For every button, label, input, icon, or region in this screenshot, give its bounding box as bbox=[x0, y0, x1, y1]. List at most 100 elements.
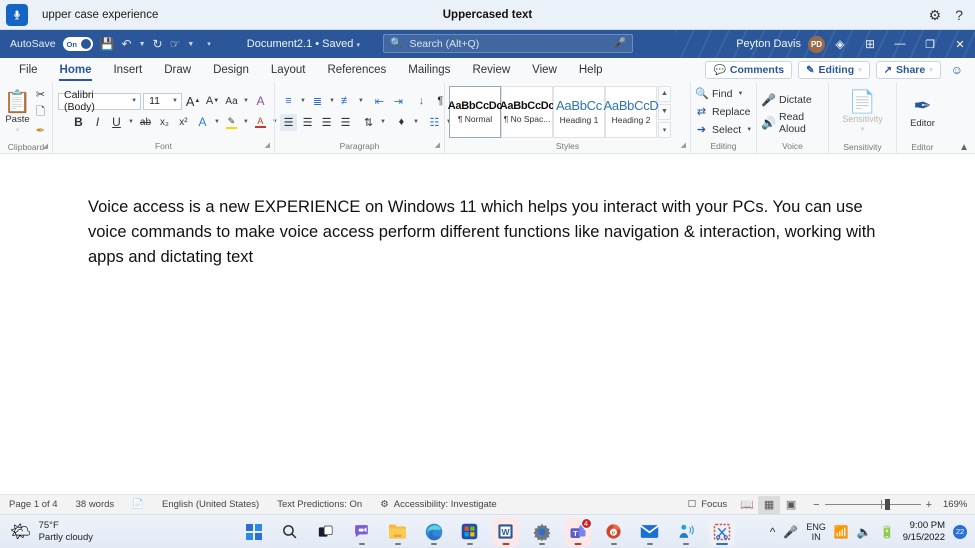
redo-icon[interactable]: ↻ bbox=[153, 38, 163, 50]
format-painter-icon[interactable]: ✒ bbox=[32, 122, 49, 139]
speaker-icon[interactable]: 🔈 bbox=[857, 525, 872, 539]
restore-button[interactable]: ❐ bbox=[915, 30, 945, 58]
tab-home[interactable]: Home bbox=[49, 58, 103, 82]
chevron-down-icon[interactable]: ▼ bbox=[127, 119, 135, 125]
avatar[interactable]: PD bbox=[808, 35, 825, 53]
start-button[interactable] bbox=[241, 518, 267, 546]
microsoft-store[interactable] bbox=[457, 518, 483, 546]
zoom-thumb[interactable] bbox=[884, 499, 890, 510]
touch-dropdown-icon[interactable]: ▼ bbox=[187, 41, 194, 48]
style-no-spacing[interactable]: AaBbCcDc ¶ No Spac... bbox=[500, 85, 555, 138]
bullet-list-icon[interactable]: ≡ bbox=[280, 93, 297, 110]
shading-icon[interactable]: ♦ bbox=[393, 114, 410, 131]
decrease-indent-icon[interactable]: ⇤ bbox=[371, 93, 388, 110]
gear-icon[interactable]: ⚙ bbox=[929, 8, 942, 22]
chevron-down-icon[interactable]: ▼ bbox=[299, 98, 307, 104]
chevron-down-icon[interactable]: ▼ bbox=[357, 98, 365, 104]
tab-layout[interactable]: Layout bbox=[260, 58, 317, 82]
change-case-button[interactable]: Aa bbox=[223, 93, 240, 110]
highlight-color-button[interactable]: ✎ bbox=[223, 114, 240, 131]
document-body-text[interactable]: Voice access is a new EXPERIENCE on Wind… bbox=[88, 195, 888, 270]
dictate-button[interactable]: 🎤 Dictate bbox=[761, 89, 824, 111]
subscript-button[interactable]: x₂ bbox=[156, 114, 173, 131]
chevron-down-icon[interactable]: ▼ bbox=[213, 119, 221, 125]
notification-count-badge[interactable]: 22 bbox=[953, 524, 967, 539]
replace-button[interactable]: ⇄ Replace bbox=[695, 103, 753, 121]
chevron-up-icon[interactable]: ^ bbox=[770, 525, 776, 539]
clock[interactable]: 9:00 PM 9/15/2022 bbox=[903, 520, 945, 544]
comments-button[interactable]: 💬 Comments bbox=[705, 61, 793, 79]
font-color-button[interactable]: A bbox=[252, 114, 269, 131]
autosave-toggle[interactable]: On bbox=[62, 37, 93, 51]
focus-button[interactable]: ☐ Focus bbox=[679, 499, 736, 510]
sort-icon[interactable]: ↓ bbox=[413, 93, 430, 110]
scroll-down-icon[interactable]: ▼ bbox=[658, 103, 671, 120]
shrink-font-button[interactable]: A ▼ bbox=[204, 93, 221, 110]
accessibility-app[interactable] bbox=[673, 518, 699, 546]
microphone-icon[interactable]: 🎤 bbox=[783, 525, 798, 539]
zoom-level[interactable]: 169% bbox=[943, 499, 975, 510]
document-canvas[interactable]: Voice access is a new EXPERIENCE on Wind… bbox=[0, 155, 975, 494]
scroll-up-icon[interactable]: ▲ bbox=[658, 85, 671, 102]
document-name[interactable]: Document2.1 • Saved ▾ bbox=[247, 38, 360, 50]
mail[interactable] bbox=[637, 518, 663, 546]
select-button[interactable]: ➔ Select ▼ bbox=[695, 121, 753, 139]
align-center-icon[interactable]: ☰ bbox=[299, 114, 316, 131]
undo-dropdown-icon[interactable]: ▼ bbox=[139, 41, 146, 48]
editor-button[interactable]: ✒ Editor bbox=[902, 84, 943, 140]
dialog-launcher-icon[interactable]: ◢ bbox=[435, 139, 440, 153]
style-heading-2[interactable]: AaBbCcD Heading 2 bbox=[604, 85, 659, 138]
search-button[interactable] bbox=[277, 518, 303, 546]
zoom-in-button[interactable]: + bbox=[921, 499, 937, 511]
language-indicator[interactable]: ENG IN bbox=[806, 522, 826, 542]
tab-view[interactable]: View bbox=[521, 58, 568, 82]
dialog-launcher-icon[interactable]: ◢ bbox=[43, 140, 48, 154]
chevron-down-icon[interactable]: ▼ bbox=[379, 119, 387, 125]
microphone-icon[interactable] bbox=[6, 3, 28, 26]
numbered-list-icon[interactable]: ≣ bbox=[309, 93, 326, 110]
scissors-icon[interactable]: ✂ bbox=[32, 86, 49, 103]
font-family-select[interactable]: Calibri (Body) ▼ bbox=[58, 89, 142, 113]
justify-icon[interactable]: ☰ bbox=[337, 114, 354, 131]
tab-mailings[interactable]: Mailings bbox=[397, 58, 461, 82]
multilevel-list-icon[interactable]: ≢ bbox=[338, 93, 355, 110]
chevron-down-icon[interactable]: ▼ bbox=[328, 98, 336, 104]
microphone-icon[interactable]: 🎤 bbox=[614, 38, 626, 49]
borders-icon[interactable]: ☷ bbox=[426, 114, 443, 131]
save-icon[interactable]: 💾 bbox=[100, 38, 115, 50]
minimize-button[interactable]: — bbox=[885, 30, 915, 58]
ribbon-display-options-icon[interactable]: ⊞ bbox=[855, 37, 885, 51]
strikethrough-button[interactable]: ab bbox=[137, 114, 154, 131]
tab-review[interactable]: Review bbox=[461, 58, 521, 82]
editing-button[interactable]: ✎ Editing ▾ bbox=[798, 61, 870, 79]
customize-quick-access-icon[interactable]: ▾ bbox=[207, 40, 211, 48]
chevron-down-icon[interactable]: ▾ bbox=[356, 42, 360, 49]
read-aloud-button[interactable]: 🔊 Read Aloud bbox=[761, 111, 824, 135]
wifi-icon[interactable]: 📶 bbox=[834, 525, 849, 539]
increase-indent-icon[interactable]: ⇥ bbox=[390, 93, 407, 110]
tab-draw[interactable]: Draw bbox=[153, 58, 202, 82]
align-right-icon[interactable]: ☰ bbox=[318, 114, 335, 131]
chevron-down-icon[interactable]: ▼ bbox=[412, 119, 420, 125]
microsoft-word[interactable]: W bbox=[492, 517, 519, 546]
style-normal[interactable]: AaBbCcDc ¶ Normal bbox=[448, 85, 503, 138]
sensitivity-button[interactable]: 📄 Sensitivity ▾ bbox=[834, 84, 891, 140]
find-button[interactable]: 🔍 Find ▼ bbox=[695, 85, 753, 103]
bold-button[interactable]: B bbox=[70, 114, 87, 131]
italic-button[interactable]: I bbox=[89, 114, 106, 131]
snipping-tool[interactable] bbox=[708, 517, 735, 546]
dialog-launcher-icon[interactable]: ◢ bbox=[681, 139, 686, 153]
clear-formatting-button[interactable]: A bbox=[252, 93, 269, 110]
chat-button[interactable] bbox=[349, 518, 375, 546]
tab-design[interactable]: Design bbox=[202, 58, 260, 82]
tab-file[interactable]: File bbox=[8, 58, 49, 82]
battery-icon[interactable]: 🔋 bbox=[880, 525, 895, 539]
touch-mode-icon[interactable]: ☞ bbox=[170, 38, 181, 50]
text-predictions-status[interactable]: Text Predictions: On bbox=[268, 499, 371, 510]
paste-button[interactable]: 📋 Paste ▾ bbox=[3, 84, 32, 140]
underline-button[interactable]: U bbox=[108, 114, 125, 131]
grow-font-button[interactable]: A ▲ bbox=[184, 93, 202, 110]
zoom-slider[interactable]: − + bbox=[808, 499, 937, 511]
question-mark-icon[interactable]: ? bbox=[955, 8, 963, 22]
collapse-ribbon-icon[interactable]: ▲ bbox=[959, 142, 969, 153]
